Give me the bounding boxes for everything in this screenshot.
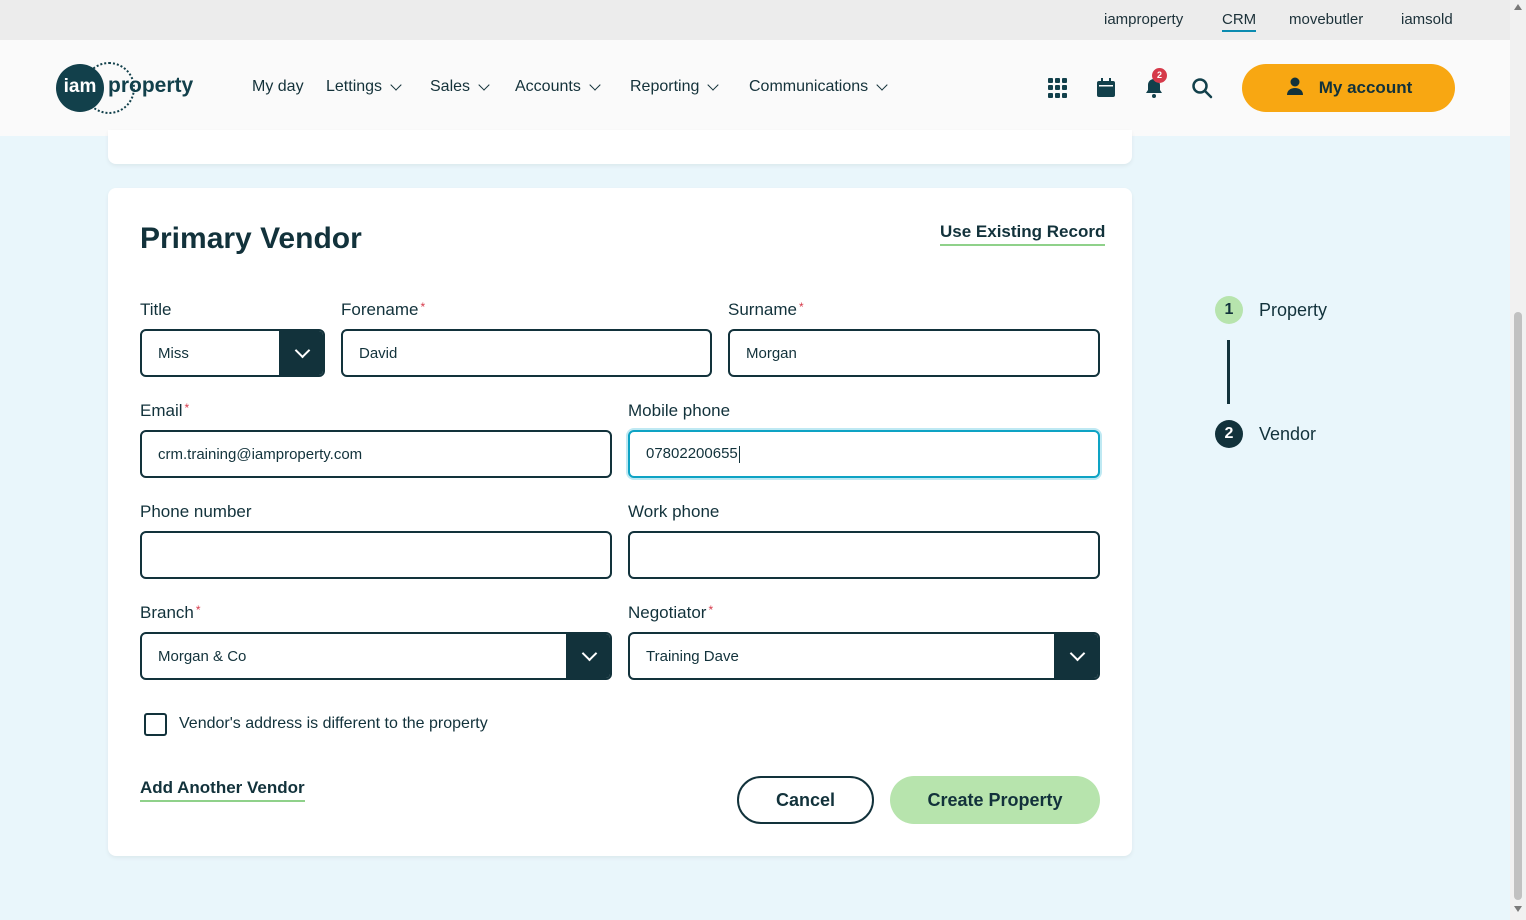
text-caret (738, 445, 740, 463)
previous-section-card (108, 130, 1132, 164)
nav-reporting[interactable]: Reporting (630, 78, 720, 96)
nav-communications[interactable]: Communications (749, 78, 888, 96)
work-phone-label: Work phone (628, 502, 720, 521)
my-account-label: My account (1318, 78, 1413, 97)
step-vendor: 2 Vendor (1215, 420, 1316, 448)
nav-my-day-label: My day (252, 78, 304, 95)
surname-field[interactable]: Morgan (728, 329, 1100, 377)
primary-vendor-card: Primary Vendor Use Existing Record Title… (108, 188, 1132, 856)
add-another-vendor-link[interactable]: Add Another Vendor (140, 778, 305, 802)
nav-lettings[interactable]: Lettings (326, 78, 402, 96)
phone-number-field[interactable] (140, 531, 612, 579)
nav-my-day[interactable]: My day (252, 78, 304, 96)
chevron-down-icon (390, 78, 402, 91)
work-phone-field[interactable] (628, 531, 1100, 579)
scroll-down-arrow-icon[interactable] (1514, 906, 1522, 912)
logo-mark: iam (56, 64, 104, 112)
nav-sales-label: Sales (430, 78, 471, 95)
nav-accounts[interactable]: Accounts (515, 78, 601, 96)
page-scrollbar[interactable] (1510, 0, 1526, 920)
mobile-phone-field[interactable]: 07802200655 (628, 430, 1100, 478)
step-2-number: 2 (1215, 420, 1243, 448)
notification-badge: 2 (1152, 68, 1167, 83)
page-title: Primary Vendor (140, 222, 362, 255)
cancel-button[interactable]: Cancel (737, 776, 874, 824)
search-icon[interactable] (1190, 76, 1214, 100)
apps-grid-icon[interactable] (1046, 76, 1070, 100)
chevron-down-icon (1054, 634, 1098, 678)
forename-field[interactable]: David (341, 329, 712, 377)
title-value: Miss (158, 344, 189, 362)
nav-communications-label: Communications (749, 78, 869, 95)
step-property: 1 Property (1215, 296, 1327, 324)
use-existing-record-link[interactable]: Use Existing Record (940, 222, 1106, 246)
top-utility-bar: iamproperty CRM movebutler iamsold (0, 0, 1510, 40)
nav-sales[interactable]: Sales (430, 78, 490, 96)
chevron-down-icon (589, 78, 601, 91)
email-field[interactable]: crm.training@iamproperty.com (140, 430, 612, 478)
main-header: iam property My day Lettings Sales Accou… (0, 40, 1510, 136)
logo-wordmark: property (108, 74, 194, 97)
link-iamproperty[interactable]: iamproperty (1104, 11, 1183, 28)
step-1-number: 1 (1215, 296, 1243, 324)
bell-icon[interactable]: 2 (1142, 68, 1167, 100)
mobile-phone-value: 07802200655 (646, 445, 738, 463)
nav-reporting-label: Reporting (630, 78, 700, 95)
nav-accounts-label: Accounts (515, 78, 581, 95)
scrollbar-thumb[interactable] (1514, 312, 1522, 900)
link-movebutler[interactable]: movebutler (1289, 11, 1363, 28)
step-2-label: Vendor (1259, 423, 1317, 444)
mobile-phone-label: Mobile phone (628, 401, 731, 420)
negotiator-select[interactable]: Training Dave (628, 632, 1100, 680)
chevron-down-icon (478, 78, 490, 91)
calendar-icon[interactable] (1094, 76, 1118, 100)
vendor-address-checkbox-label[interactable]: Vendor's address is different to the pro… (179, 715, 488, 733)
title-label: Title (140, 300, 172, 319)
link-iamsold[interactable]: iamsold (1401, 11, 1453, 28)
my-account-button[interactable]: My account (1242, 64, 1455, 112)
step-1-label: Property (1259, 299, 1328, 320)
surname-value: Morgan (746, 344, 797, 362)
branch-select[interactable]: Morgan & Co (140, 632, 612, 680)
branch-value: Morgan & Co (158, 647, 247, 665)
title-select[interactable]: Miss (140, 329, 325, 377)
negotiator-label: Negotiator * (628, 603, 714, 622)
logo[interactable]: iam property (56, 62, 206, 114)
phone-number-label: Phone number (140, 502, 252, 521)
email-label: Email * (140, 401, 190, 420)
branch-label: Branch * (140, 603, 201, 622)
vendor-address-checkbox[interactable] (144, 713, 167, 736)
user-icon (1285, 76, 1305, 101)
chevron-down-icon (566, 634, 610, 678)
chevron-down-icon (707, 78, 720, 91)
email-value: crm.training@iamproperty.com (158, 445, 363, 463)
link-crm[interactable]: CRM (1222, 11, 1257, 32)
create-property-button[interactable]: Create Property (890, 776, 1100, 824)
negotiator-value: Training Dave (646, 647, 739, 665)
forename-label: Forename * (341, 300, 426, 319)
surname-label: Surname * (728, 300, 804, 319)
nav-lettings-label: Lettings (326, 78, 383, 95)
forename-value: David (359, 344, 398, 362)
scroll-up-arrow-icon[interactable] (1514, 4, 1522, 10)
stepper-connector (1227, 340, 1230, 404)
chevron-down-icon (876, 78, 888, 91)
chevron-down-icon (279, 331, 323, 375)
